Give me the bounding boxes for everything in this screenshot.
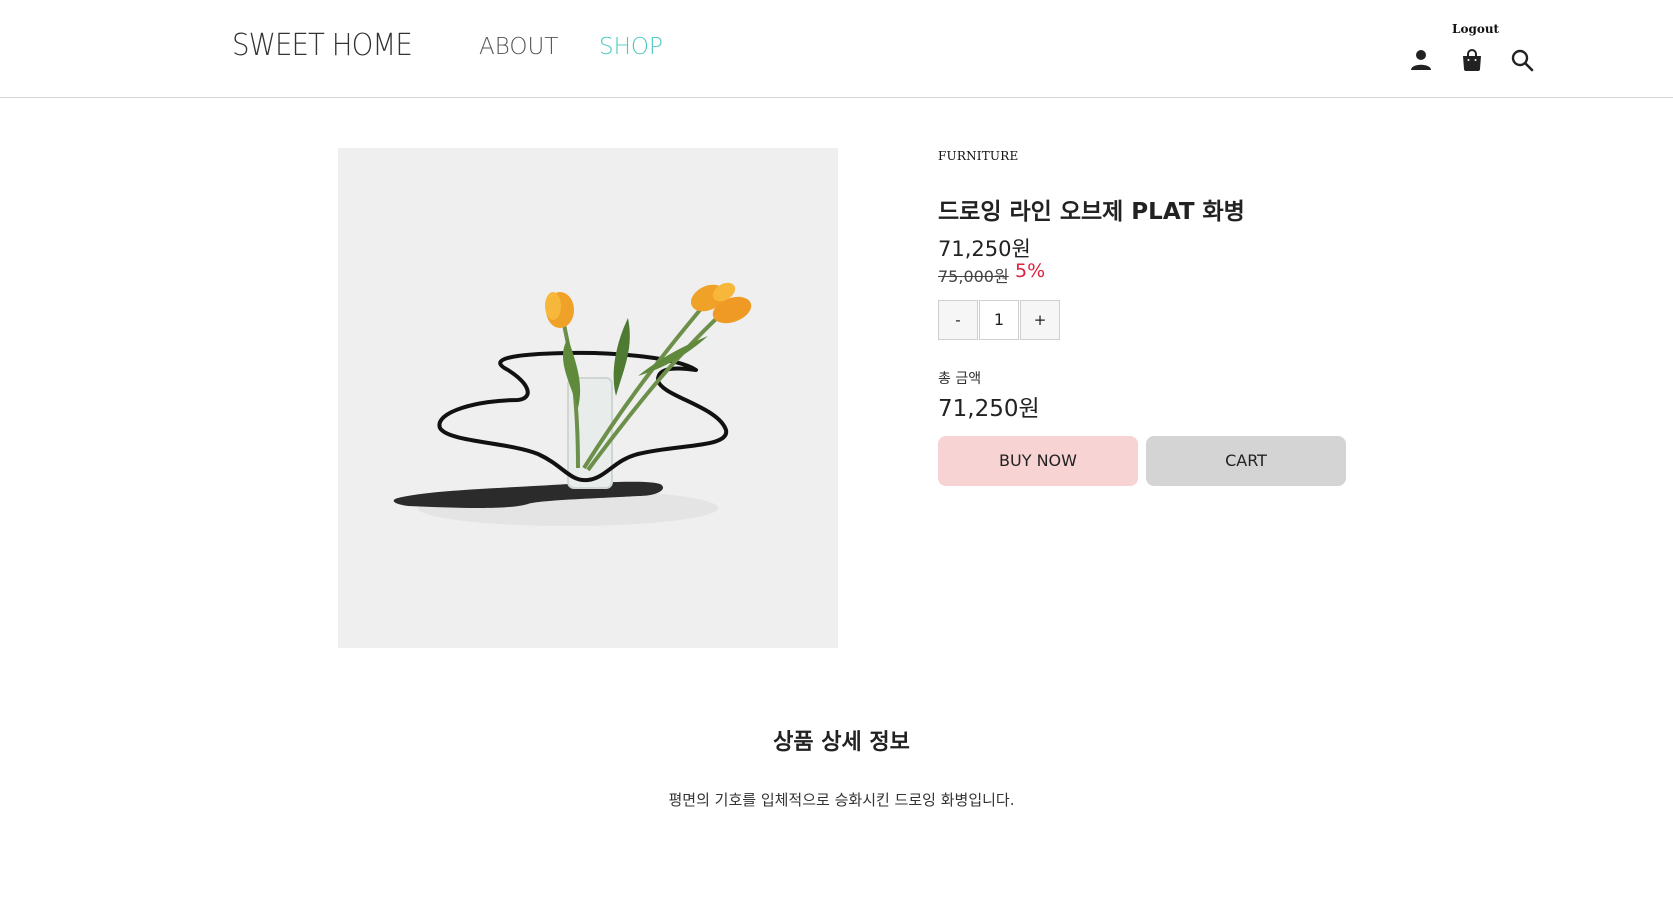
site-logo[interactable]: SWEET HOME [232, 28, 413, 63]
shopping-bag-icon[interactable] [1460, 48, 1484, 72]
site-header: SWEET HOME ABOUT SHOP Logout [0, 0, 1673, 98]
original-price: 75,000원 [938, 267, 1009, 286]
quantity-decrease-button[interactable]: - [938, 300, 978, 340]
quantity-value[interactable]: 1 [979, 300, 1019, 340]
discount-rate: 5% [1015, 260, 1046, 282]
user-icon[interactable] [1409, 48, 1433, 72]
detail-description: 평면의 기호를 입체적으로 승화시킨 드로잉 화병입니다. [668, 791, 1015, 809]
total-label: 총 금액 [938, 371, 982, 387]
nav-about[interactable]: ABOUT [479, 34, 558, 60]
product-title: 드로잉 라인 오브제 PLAT 화병 [938, 199, 1245, 225]
search-icon[interactable] [1510, 48, 1534, 72]
buy-now-button[interactable]: BUY NOW [938, 436, 1138, 486]
logout-link[interactable]: Logout [1452, 22, 1499, 36]
product-image [338, 148, 838, 648]
nav-shop[interactable]: SHOP [599, 34, 663, 60]
product-category: FURNITURE [938, 149, 1019, 163]
detail-section-title: 상품 상세 정보 [773, 730, 910, 755]
quantity-increase-button[interactable]: + [1020, 300, 1060, 340]
product-price: 71,250원 [938, 237, 1031, 261]
add-to-cart-button[interactable]: CART [1146, 436, 1346, 486]
total-price: 71,250원 [938, 396, 1040, 422]
